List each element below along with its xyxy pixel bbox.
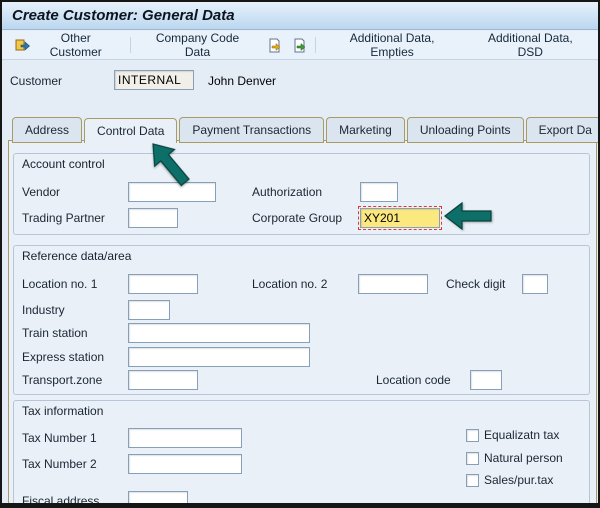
location-code-label: Location code: [376, 370, 451, 390]
reference-data-title: Reference data/area: [22, 249, 131, 263]
tab-export-data-label: Export Da: [539, 123, 592, 137]
other-customer-button[interactable]: Other Customer: [8, 28, 124, 62]
express-station-input[interactable]: [128, 347, 310, 367]
document-arrow-green-icon[interactable]: [290, 36, 309, 55]
sap-window: Create Customer: General Data Other Cust…: [0, 0, 600, 508]
tax-number1-input[interactable]: [128, 428, 242, 448]
customer-label: Customer: [10, 74, 62, 88]
company-code-data-button[interactable]: Company Code Data: [136, 28, 258, 62]
industry-label: Industry: [22, 300, 65, 320]
equalizatn-tax-label: Equalizatn tax: [484, 428, 559, 442]
tax-number2-input[interactable]: [128, 454, 242, 474]
tab-marketing-label: Marketing: [339, 123, 392, 137]
tab-unloading-points-label: Unloading Points: [420, 123, 511, 137]
industry-input[interactable]: [128, 300, 170, 320]
page-title: Create Customer: General Data: [12, 7, 235, 24]
location-code-input[interactable]: [470, 370, 502, 390]
equalizatn-tax-checkbox[interactable]: Equalizatn tax: [466, 428, 559, 442]
location2-label: Location no. 2: [252, 274, 327, 294]
natural-person-label: Natural person: [484, 451, 563, 465]
corporate-group-input[interactable]: [360, 208, 440, 228]
check-digit-label: Check digit: [446, 274, 505, 294]
transport-zone-input[interactable]: [128, 370, 198, 390]
customer-header: Customer John Denver: [2, 60, 598, 102]
tab-unloading-points[interactable]: Unloading Points: [407, 117, 524, 143]
natural-person-checkbox[interactable]: Natural person: [466, 451, 563, 465]
tab-address[interactable]: Address: [12, 117, 82, 143]
sales-pur-tax-label: Sales/pur.tax: [484, 473, 553, 487]
trading-partner-input[interactable]: [128, 208, 178, 228]
annotation-arrow-corporate-group-field: [444, 201, 492, 231]
fiscal-address-label: Fiscal address: [22, 491, 99, 508]
train-station-label: Train station: [22, 323, 88, 343]
tax-number2-label: Tax Number 2: [22, 454, 97, 474]
sales-pur-tax-checkbox[interactable]: Sales/pur.tax: [466, 473, 553, 487]
tab-strip: Address Control Data Payment Transaction…: [12, 117, 600, 143]
location1-label: Location no. 1: [22, 274, 97, 294]
authorization-input[interactable]: [360, 182, 398, 202]
additional-data-empties-label: Additional Data, Empties: [328, 31, 457, 59]
checkbox-icon: [466, 452, 479, 465]
tax-information-group: Tax information Tax Number 1 Tax Number …: [13, 400, 590, 508]
toolbar-separator: [130, 37, 131, 53]
corporate-group-label: Corporate Group: [252, 208, 342, 228]
trading-partner-label: Trading Partner: [22, 208, 105, 228]
checkbox-icon: [466, 429, 479, 442]
fiscal-address-input[interactable]: [128, 491, 188, 508]
customer-input[interactable]: [114, 70, 194, 90]
transport-zone-label: Transport.zone: [22, 370, 102, 390]
document-arrow-yellow-icon[interactable]: [265, 36, 284, 55]
express-station-label: Express station: [22, 347, 104, 367]
additional-data-dsd-label: Additional Data, DSD: [475, 31, 586, 59]
tab-payment-transactions-label: Payment Transactions: [192, 123, 311, 137]
checkbox-icon: [466, 474, 479, 487]
toolbar-separator: [315, 37, 316, 53]
customer-name: John Denver: [208, 74, 276, 88]
tab-address-label: Address: [25, 123, 69, 137]
tax-number1-label: Tax Number 1: [22, 428, 97, 448]
location1-input[interactable]: [128, 274, 198, 294]
account-control-group: Account control Vendor Authorization Tra…: [13, 153, 590, 235]
train-station-input[interactable]: [128, 323, 310, 343]
application-toolbar: Other Customer Company Code Data Additio…: [2, 31, 598, 60]
tax-information-title: Tax information: [22, 404, 103, 418]
authorization-label: Authorization: [252, 182, 322, 202]
location2-input[interactable]: [358, 274, 428, 294]
account-control-title: Account control: [22, 157, 105, 171]
vendor-label: Vendor: [22, 182, 60, 202]
tab-control-data-label: Control Data: [97, 124, 164, 138]
content-panel: Account control Vendor Authorization Tra…: [8, 140, 597, 508]
tab-export-data[interactable]: Export Da: [526, 117, 600, 143]
check-digit-input[interactable]: [522, 274, 548, 294]
company-code-data-label: Company Code Data: [142, 31, 252, 59]
tab-marketing[interactable]: Marketing: [326, 117, 405, 143]
window-titlebar: Create Customer: General Data: [2, 2, 598, 30]
other-customer-label: Other Customer: [34, 31, 118, 59]
tab-payment-transactions[interactable]: Payment Transactions: [179, 117, 324, 143]
reference-data-group: Reference data/area Location no. 1 Locat…: [13, 245, 590, 395]
additional-data-dsd-button[interactable]: Additional Data, DSD: [469, 28, 592, 62]
other-customer-icon: [14, 37, 30, 53]
additional-data-empties-button[interactable]: Additional Data, Empties: [322, 28, 463, 62]
